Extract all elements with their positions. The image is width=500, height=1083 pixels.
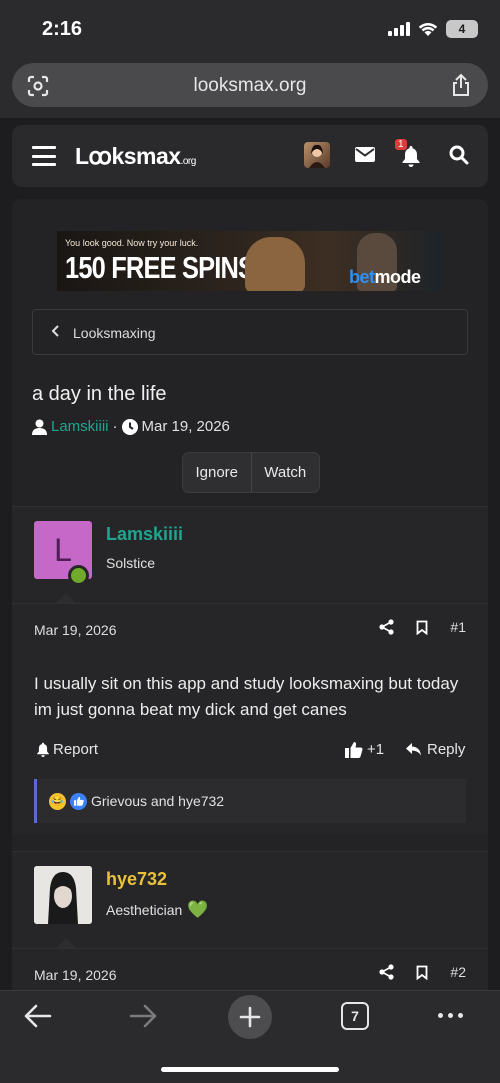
post: hye732 Aesthetician 💚 Mar 19, 2026 #2 [12, 851, 488, 999]
post-number[interactable]: #2 [450, 964, 466, 980]
cellular-signal-icon [388, 22, 410, 36]
tab-switcher-button[interactable]: 7 [341, 1002, 369, 1030]
ad-tagline: You look good. Now try your luck. [65, 238, 199, 248]
alerts-button[interactable]: 1 [395, 139, 421, 172]
post-number[interactable]: #1 [450, 619, 466, 635]
post-actions: #2 [379, 964, 466, 980]
post-actions: #1 [379, 619, 466, 635]
url-text[interactable]: looksmax.org [12, 75, 488, 97]
thread-actions: Ignore Watch [182, 452, 320, 493]
thread-content: You look good. Now try your luck. 150 FR… [12, 199, 488, 999]
user-title: Solstice [106, 555, 156, 571]
ad-brand-logo: betmode [349, 267, 421, 287]
post-pointer [56, 593, 76, 603]
post-body: I usually sit on this app and study look… [34, 674, 459, 719]
report-button[interactable]: Report [36, 741, 98, 758]
home-indicator [161, 1067, 339, 1072]
site-logo[interactable]: Lꝏksmax.org [75, 143, 196, 170]
status-time: 2:16 [42, 18, 83, 40]
address-bar[interactable]: looksmax.org [12, 63, 488, 107]
search-icon[interactable] [449, 145, 469, 165]
reactions-bar[interactable]: 😂 Grievous and hye732 [34, 779, 466, 823]
forward-arrow-icon[interactable] [129, 1003, 157, 1029]
reactions-users[interactable]: Grievous and hye732 [91, 793, 224, 809]
user-avatar[interactable] [304, 142, 330, 168]
breadcrumb-label[interactable]: Looksmaxing [73, 325, 156, 341]
thread-author[interactable]: Lamskiiii [51, 418, 109, 435]
bookmark-icon[interactable] [416, 965, 428, 980]
share-icon[interactable] [379, 619, 395, 635]
post-date[interactable]: Mar 19, 2026 [34, 622, 117, 638]
post-pointer [56, 938, 76, 948]
thread-meta: Lamskiiii · Mar 19, 2026 [32, 418, 230, 435]
breadcrumb[interactable]: Looksmaxing [32, 309, 468, 355]
ignore-button[interactable]: Ignore [183, 453, 251, 492]
clock-icon [121, 418, 138, 435]
post-header-bar: Mar 19, 2026 #1 [12, 603, 488, 654]
post: L Lamskiiii Solstice Mar 19, 2026 #1 I u… [12, 506, 488, 834]
share-icon[interactable] [379, 964, 395, 980]
thread-date[interactable]: Mar 19, 2026 [142, 418, 230, 435]
browser-toolbar: 7 [0, 990, 500, 1083]
thumbs-up-icon [345, 742, 363, 758]
online-indicator [68, 565, 89, 586]
watch-button[interactable]: Watch [250, 453, 320, 492]
chevron-left-icon [51, 325, 59, 337]
post-date[interactable]: Mar 19, 2026 [34, 967, 117, 983]
post-username[interactable]: hye732 [106, 869, 167, 890]
bell-icon [37, 742, 49, 757]
back-arrow-icon[interactable] [24, 1003, 52, 1029]
post-footer: Report +1 Reply [34, 741, 466, 765]
reply-icon [406, 743, 421, 756]
reply-button[interactable]: Reply [406, 741, 465, 758]
laugh-reaction-icon: 😂 [49, 792, 66, 810]
user-icon [32, 419, 47, 435]
battery-icon: 4 [446, 20, 478, 38]
more-options-icon[interactable] [438, 1013, 463, 1018]
site-header: Lꝏksmax.org 1 [12, 125, 488, 187]
green-heart-icon: 💚 [187, 900, 209, 919]
share-icon[interactable] [450, 73, 472, 97]
new-tab-button[interactable] [228, 995, 272, 1039]
menu-icon[interactable] [32, 146, 56, 166]
post-username[interactable]: Lamskiiii [106, 524, 183, 545]
plus-icon [239, 1006, 261, 1028]
meta-separator: · [112, 418, 118, 435]
ad-headline: 150 FREE SPINS [65, 250, 255, 285]
ad-banner[interactable]: You look good. Now try your luck. 150 FR… [57, 231, 443, 291]
inbox-icon[interactable] [355, 147, 375, 162]
browser-address-area: looksmax.org [0, 58, 500, 118]
user-title: Aesthetician 💚 [106, 900, 209, 919]
ad-capybara-image [245, 237, 305, 291]
wifi-icon [418, 22, 438, 36]
like-button[interactable]: +1 [345, 741, 384, 758]
notification-badge: 1 [395, 139, 407, 150]
like-reaction-icon [70, 792, 87, 810]
thread-title: a day in the life [32, 383, 167, 405]
status-icons: 4 [388, 20, 478, 38]
bookmark-icon[interactable] [416, 620, 428, 635]
post-avatar[interactable] [34, 866, 92, 924]
status-bar: 2:16 4 [0, 0, 500, 58]
